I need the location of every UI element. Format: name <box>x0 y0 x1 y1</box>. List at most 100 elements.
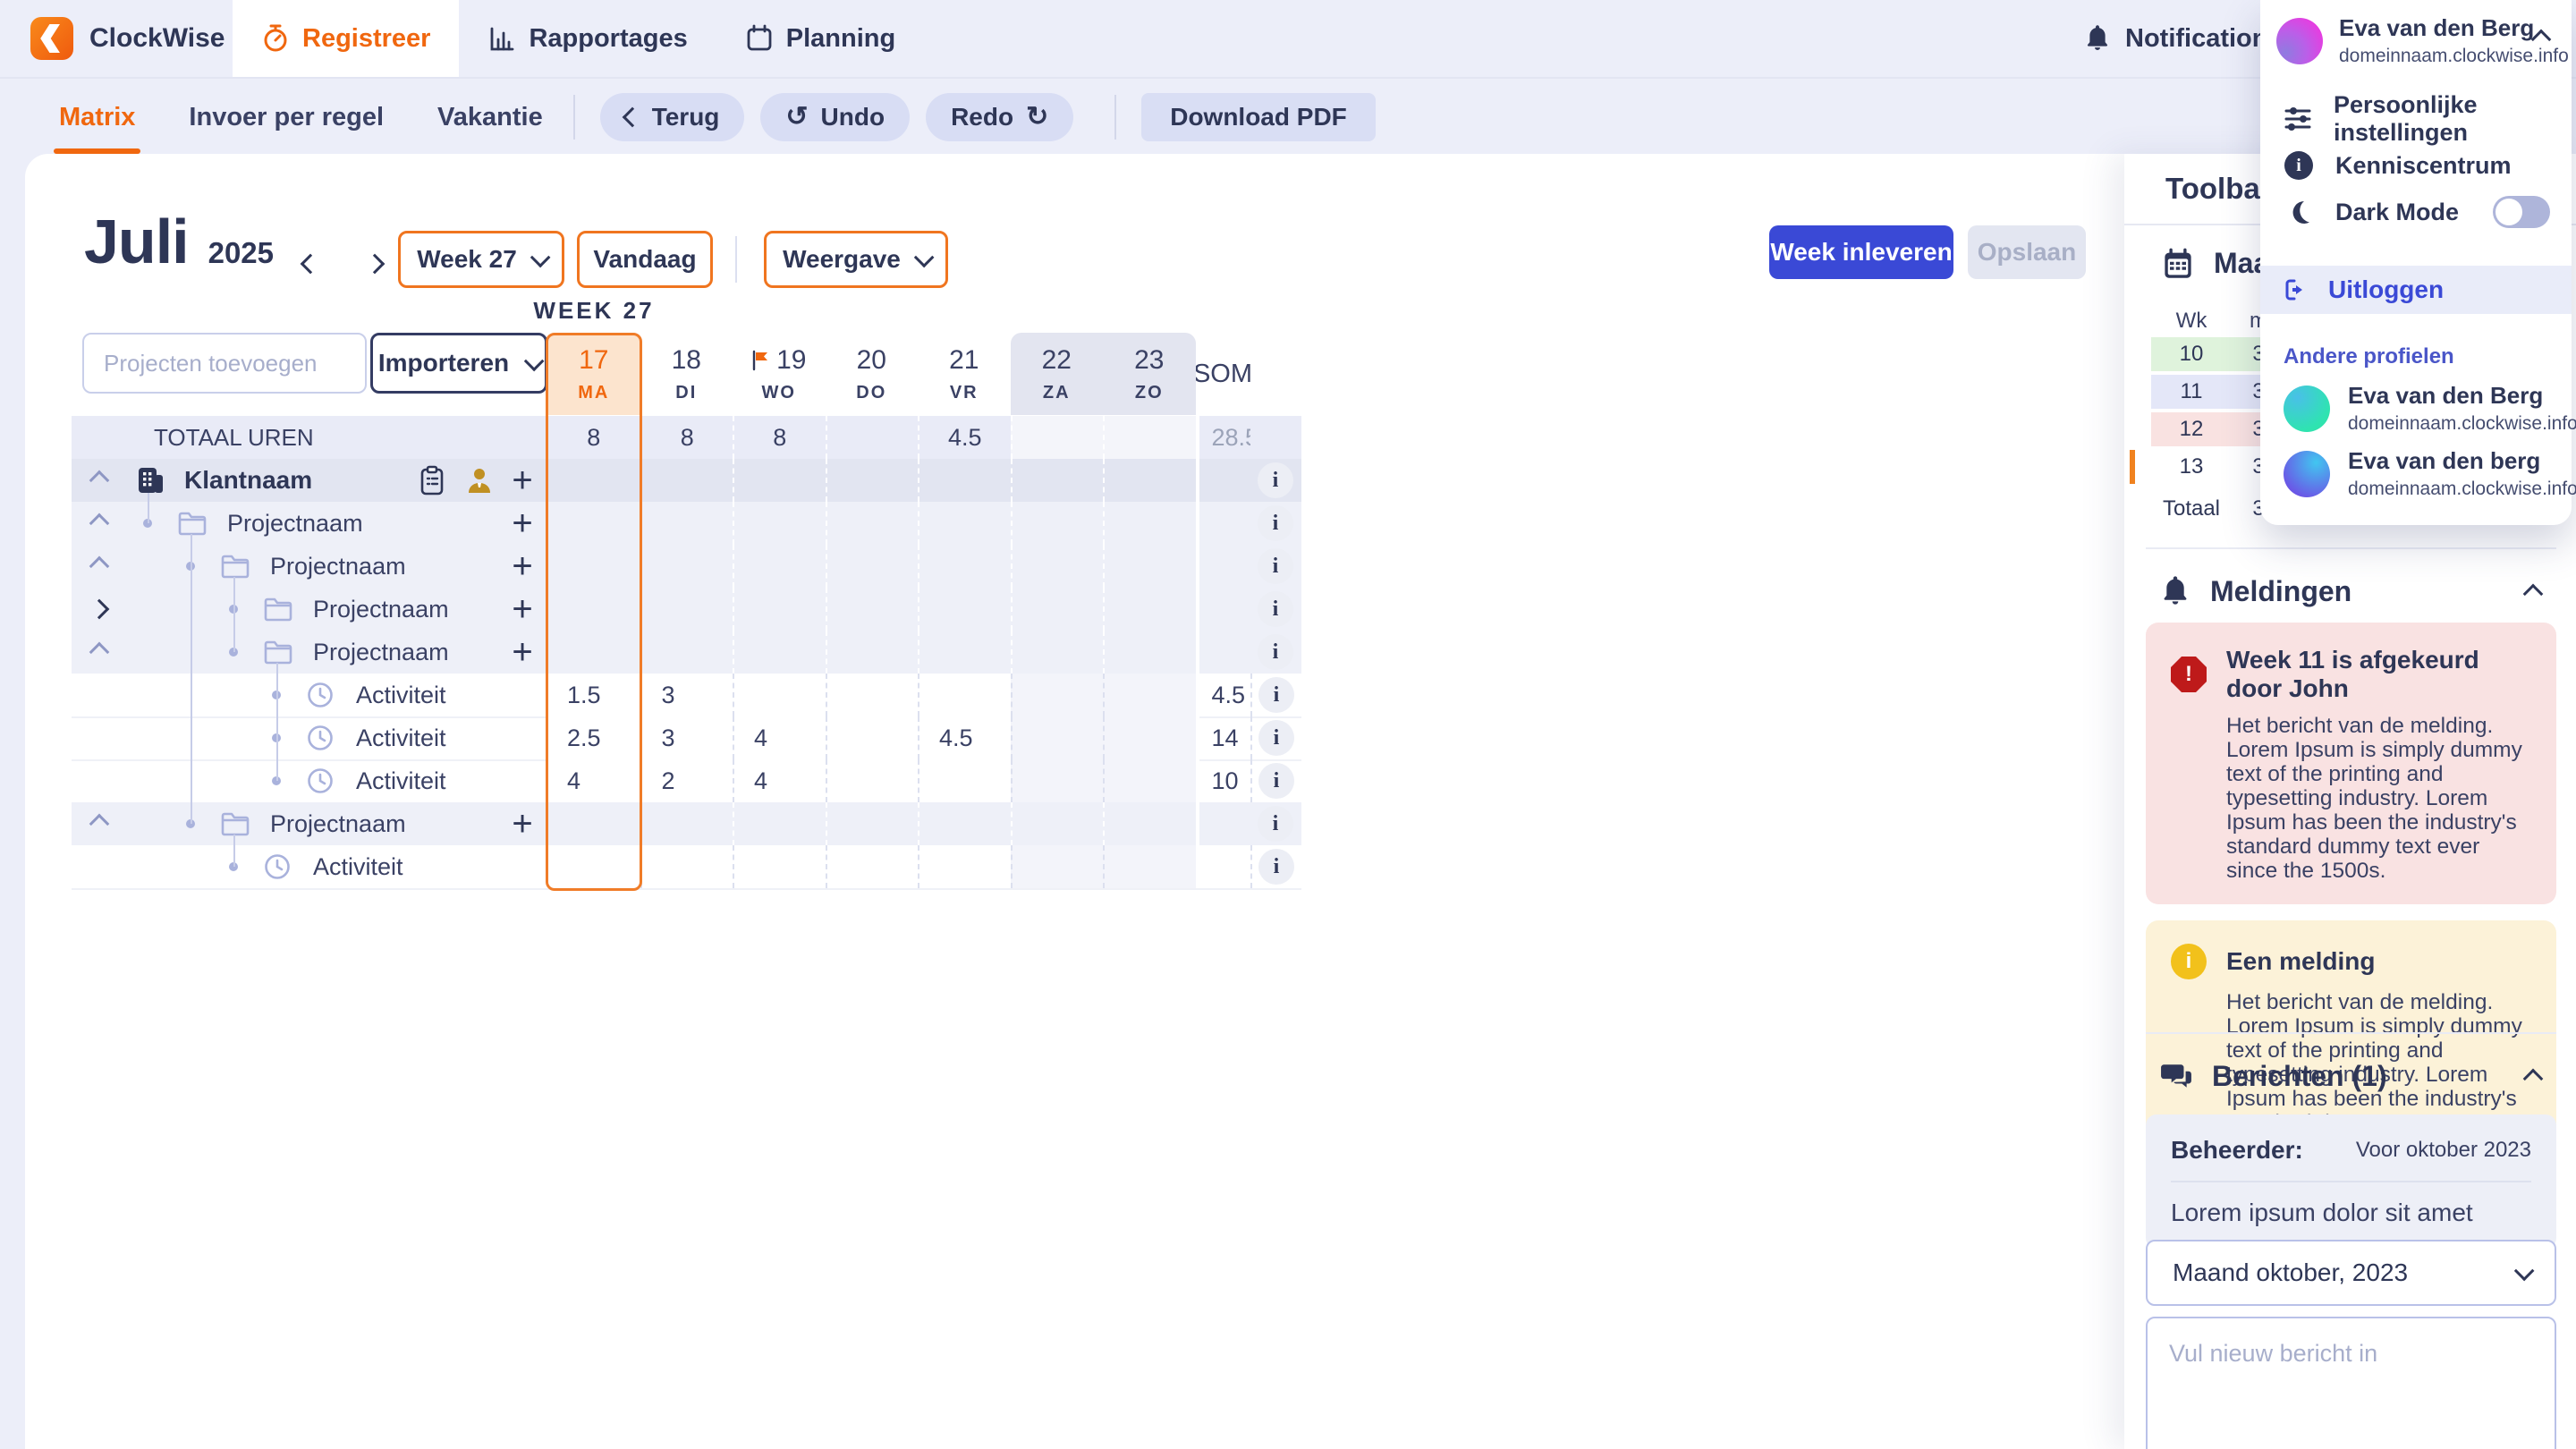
day-header-18-di[interactable]: 18DI <box>640 333 733 415</box>
hour-cell[interactable] <box>733 845 826 888</box>
hour-cell[interactable] <box>640 845 733 888</box>
hour-cell[interactable]: 8 <box>733 416 826 459</box>
row-info-button[interactable]: i <box>1258 548 1293 584</box>
import-button[interactable]: Importeren <box>370 333 547 394</box>
assignee-icon[interactable] <box>465 459 494 502</box>
hour-cell[interactable] <box>1011 759 1104 802</box>
month-select[interactable]: Maand oktober, 2023 <box>2146 1240 2556 1306</box>
notifications-button[interactable]: Notifications <box>2084 0 2283 77</box>
next-week-button[interactable] <box>354 243 395 284</box>
hour-cell[interactable]: 4.5 <box>918 716 1011 759</box>
hour-cell[interactable] <box>1011 416 1104 459</box>
hour-cell[interactable] <box>1103 416 1196 459</box>
hour-cell[interactable] <box>1103 716 1196 759</box>
hour-cell[interactable] <box>1011 716 1104 759</box>
collapse-section-button[interactable] <box>2526 1060 2540 1093</box>
logout-button[interactable]: Uitloggen <box>2260 266 2572 314</box>
hour-cell[interactable]: 3 <box>640 716 733 759</box>
expand-caret[interactable] <box>84 588 114 631</box>
add-row-button[interactable]: + <box>503 802 542 845</box>
row-info-button[interactable]: i <box>1258 591 1293 627</box>
hour-cell[interactable]: 2 <box>640 759 733 802</box>
hour-cell[interactable] <box>1103 674 1196 716</box>
brand[interactable]: ClockWise <box>30 17 233 60</box>
hour-cell[interactable] <box>826 759 919 802</box>
add-row-button[interactable]: + <box>503 459 542 502</box>
collapse-section-button[interactable] <box>2526 575 2540 608</box>
collapse-caret[interactable] <box>84 802 114 845</box>
week-select-button[interactable]: Week 27 <box>398 231 564 288</box>
hour-cell[interactable]: 3 <box>640 674 733 716</box>
hour-cell[interactable]: 4 <box>733 759 826 802</box>
row-info-button[interactable]: i <box>1258 763 1294 799</box>
submit-week-button[interactable]: Week inleveren <box>1769 225 1953 279</box>
new-message-input[interactable] <box>2146 1317 2556 1449</box>
hour-cell[interactable] <box>826 716 919 759</box>
user-menu-header[interactable]: Eva van den Berg domeinnaam.clockwise.in… <box>2260 0 2572 74</box>
row-info-button[interactable]: i <box>1258 806 1293 842</box>
hour-cell[interactable]: 8 <box>547 416 640 459</box>
clipboard-icon[interactable] <box>419 459 445 502</box>
collapse-caret[interactable] <box>84 459 114 502</box>
hour-cell[interactable] <box>918 845 1011 888</box>
day-header-22-za[interactable]: 22ZA <box>1011 333 1104 415</box>
add-row-button[interactable]: + <box>503 588 542 631</box>
hour-cell[interactable] <box>826 674 919 716</box>
view-select-button[interactable]: Weergave <box>764 231 948 288</box>
topnav-tab-planning[interactable]: Planning <box>716 0 924 77</box>
dark-mode-toggle[interactable] <box>2493 196 2550 228</box>
user-menu-item-dark-mode[interactable]: Dark Mode <box>2260 189 2572 235</box>
row-info-button[interactable]: i <box>1258 634 1293 670</box>
redo-button[interactable]: Redo ↻ <box>926 93 1073 141</box>
add-row-button[interactable]: + <box>503 631 542 674</box>
collapse-caret[interactable] <box>84 502 114 545</box>
row-info-button[interactable]: i <box>1258 849 1294 885</box>
chevron-up-icon[interactable] <box>2534 32 2548 51</box>
row-info-button[interactable]: i <box>1258 720 1294 756</box>
hour-cell[interactable]: 1.5 <box>547 674 640 716</box>
user-menu-item-persoonlijke-instellingen[interactable]: Persoonlijke instellingen <box>2260 96 2572 142</box>
hour-cell[interactable] <box>1011 674 1104 716</box>
row-info-button[interactable]: i <box>1258 462 1293 498</box>
profile-item[interactable]: Eva van den bergdomeinnaam.clockwise.inf… <box>2260 435 2572 500</box>
day-header-20-do[interactable]: 20DO <box>826 333 919 415</box>
user-menu-item-kenniscentrum[interactable]: iKenniscentrum <box>2260 142 2572 189</box>
previous-week-button[interactable] <box>290 243 331 284</box>
hour-cell[interactable]: 8 <box>640 416 733 459</box>
subnav-tab-matrix[interactable]: Matrix <box>54 79 140 156</box>
hour-cell[interactable]: 2.5 <box>547 716 640 759</box>
collapse-caret[interactable] <box>84 631 114 674</box>
collapse-caret[interactable] <box>84 545 114 588</box>
row-info-button[interactable]: i <box>1258 677 1294 713</box>
hour-cell[interactable]: 4.5 <box>918 416 1011 459</box>
project-search-input[interactable] <box>84 350 412 377</box>
hour-cell[interactable] <box>1011 845 1104 888</box>
hour-cell[interactable] <box>547 845 640 888</box>
topnav-tab-registreer[interactable]: Registreer <box>233 0 459 77</box>
hour-cell[interactable]: 4 <box>547 759 640 802</box>
hour-cell[interactable] <box>826 845 919 888</box>
day-header-23-zo[interactable]: 23ZO <box>1103 333 1196 415</box>
hour-cell[interactable] <box>918 674 1011 716</box>
hour-cell[interactable] <box>733 674 826 716</box>
hour-cell[interactable] <box>1103 759 1196 802</box>
hour-cell[interactable] <box>826 416 919 459</box>
day-header-21-vr[interactable]: 21VR <box>918 333 1011 415</box>
add-row-button[interactable]: + <box>503 502 542 545</box>
add-row-button[interactable]: + <box>503 545 542 588</box>
subnav-tab-invoer-per-regel[interactable]: Invoer per regel <box>183 79 389 156</box>
subnav-tab-vakantie[interactable]: Vakantie <box>432 79 548 156</box>
hour-cell[interactable] <box>1103 845 1196 888</box>
today-button[interactable]: Vandaag <box>577 231 713 288</box>
day-header-19-wo[interactable]: 19WO <box>733 333 826 415</box>
row-info-button[interactable]: i <box>1258 505 1293 541</box>
download-pdf-button[interactable]: Download PDF <box>1141 93 1376 141</box>
undo-button[interactable]: ↺ Undo <box>760 93 910 141</box>
hour-cell[interactable]: 4 <box>733 716 826 759</box>
profile-item[interactable]: Eva van den Bergdomeinnaam.clockwise.inf… <box>2260 369 2572 435</box>
topnav-tab-rapportages[interactable]: Rapportages <box>459 0 716 77</box>
save-button[interactable]: Opslaan <box>1968 225 2086 279</box>
hour-cell[interactable] <box>918 759 1011 802</box>
back-button[interactable]: Terug <box>600 93 745 141</box>
day-header-17-ma[interactable]: 17MA <box>547 333 640 415</box>
